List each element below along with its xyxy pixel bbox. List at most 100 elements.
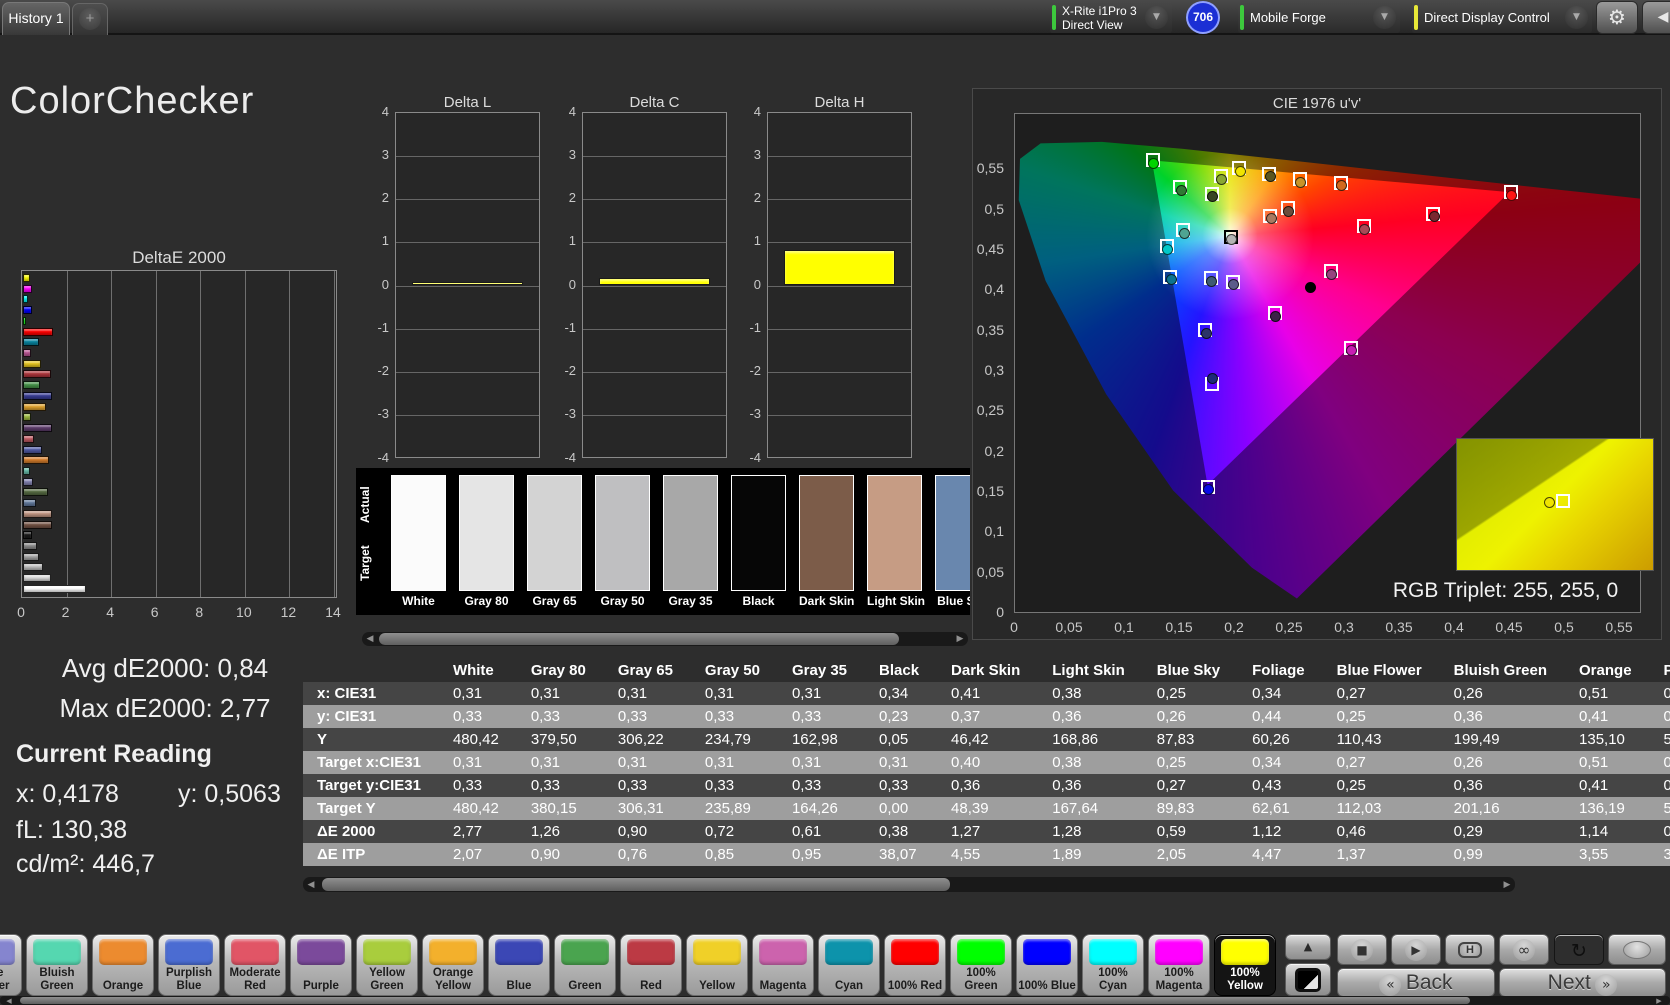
deltae-bar-red xyxy=(23,370,51,379)
pattern-button-red[interactable]: Red xyxy=(620,934,682,996)
measurement-table: White Gray 80 Gray 65 Gray 50 Gray 35 Black Da… xyxy=(303,658,1670,866)
swatch-dark-skin: Dark Skin xyxy=(799,475,854,608)
chevron-left-icon: ◀ xyxy=(1657,9,1669,25)
table-col-purplish-blue: Purplish Blue xyxy=(1663,661,1670,679)
table-row-y-cie31: y: CIE31 0,33 0,33 0,33 0,33 0,33 0,23 0,37 0,36… xyxy=(303,705,1670,728)
table-cell: 0,61 xyxy=(791,823,822,840)
deltae-bar-100-cyan xyxy=(23,295,28,304)
deltae-bar-gray-65 xyxy=(23,563,44,572)
pattern-shape-button[interactable] xyxy=(1608,934,1666,965)
pattern-button-cyan[interactable]: Cyan xyxy=(818,934,880,996)
scrollbar-thumb[interactable] xyxy=(20,997,1470,1004)
table-col-blue-flower: Blue Flower xyxy=(1336,661,1422,679)
table-cell: 0,25 xyxy=(1336,708,1366,725)
table-cell: 0,19 xyxy=(1663,708,1670,725)
meter-selector[interactable]: X-Rite i1Pro 3 Direct View ▼ xyxy=(1050,2,1172,33)
table-cell: 87,83 xyxy=(1156,731,1195,748)
deltae-bar-yellow xyxy=(23,359,42,368)
axis-tick-label: 2 xyxy=(568,190,576,205)
table-row-target-y-cie31: Target y:CIE31 0,33 0,33 0,33 0,33 0,33 0,33 0,… xyxy=(303,774,1670,797)
pattern-button-bluish-green[interactable]: Bluish Green xyxy=(26,934,88,996)
axis-tick-label: 0,1 xyxy=(984,523,1004,540)
pattern-button-yellow-green[interactable]: Yellow Green xyxy=(356,934,418,996)
deltae-bar-blue-sky xyxy=(23,499,37,508)
pattern-list-up-button[interactable]: ▲ xyxy=(1285,934,1331,960)
table-cell: 0,41 xyxy=(1579,777,1609,794)
scroll-right-icon[interactable]: ▶ xyxy=(1650,996,1668,1005)
axis-tick-label: 0,3 xyxy=(984,362,1004,379)
cie-y-axis: 0 0,05 0,1 0,15 0,2 0,25 0,3 0,35 0,4 0,45 0,5 0,55 xyxy=(973,113,1009,620)
pattern-swatch xyxy=(1023,939,1071,965)
table-cell: 110,43 xyxy=(1336,731,1382,748)
pattern-button-label: Blue xyxy=(506,980,532,992)
pattern-button-100-blue[interactable]: 100% Blue xyxy=(1016,934,1078,996)
delta-bar-100-yellow xyxy=(599,278,710,286)
table-cell: 0,33 xyxy=(530,708,561,725)
add-tab-button[interactable]: + xyxy=(72,3,108,35)
play-button[interactable]: ▶ xyxy=(1391,934,1441,965)
deltae-bar-purple xyxy=(23,424,52,433)
display-status-stripe xyxy=(1414,5,1418,30)
table-cell: 0,31 xyxy=(791,685,822,702)
table-cell: 0,33 xyxy=(617,777,648,794)
scrollbar-thumb[interactable] xyxy=(379,633,899,645)
chevron-down-icon[interactable]: ▼ xyxy=(1145,6,1168,29)
pattern-button-purplish-blue[interactable]: Purplish Blue xyxy=(158,934,220,996)
chevron-down-icon[interactable]: ▼ xyxy=(1565,6,1588,29)
delta-c-chart: Delta C 4 3 2 1 0 -1 -2 -3 -4 xyxy=(548,94,729,465)
pattern-bar-scrollbar[interactable]: ◀ ▶ xyxy=(0,996,1670,1005)
pattern-button-moderate-red[interactable]: Moderate Red xyxy=(224,934,286,996)
scrollbar-thumb[interactable] xyxy=(322,878,950,891)
table-cell: 0,44 xyxy=(1252,708,1282,725)
swatch-strip-scrollbar[interactable]: ◀ ▶ xyxy=(362,632,968,646)
pattern-window-button[interactable] xyxy=(1285,963,1331,996)
pattern-size-button[interactable]: H xyxy=(1445,934,1495,965)
current-cdm2-readout: cd/m²: 446,7 xyxy=(16,850,155,878)
pattern-button-100-cyan[interactable]: 100% Cyan xyxy=(1082,934,1144,996)
actual-target-swatch-strip: Actual Target White Gray 80 Gray 65 Gray 50… xyxy=(356,468,970,615)
swatch-color-patch xyxy=(663,475,718,591)
scroll-right-icon[interactable]: ▶ xyxy=(952,632,968,646)
pattern-button-100-yellow[interactable]: 100% Yellow xyxy=(1214,934,1276,996)
pattern-button-100-green[interactable]: 100% Green xyxy=(950,934,1012,996)
pattern-source-selector[interactable]: Mobile Forge ▼ xyxy=(1238,2,1400,33)
table-cell: 0,46 xyxy=(1336,823,1366,840)
settings-button[interactable]: ⚙ xyxy=(1596,1,1638,34)
scroll-left-icon[interactable]: ◀ xyxy=(0,996,18,1005)
pattern-button-100-magenta[interactable]: 100% Magenta xyxy=(1148,934,1210,996)
swatch-color-patch xyxy=(731,475,786,591)
display-control-selector[interactable]: Direct Display Control ▼ xyxy=(1412,2,1592,33)
pattern-button-magenta[interactable]: Magenta xyxy=(752,934,814,996)
pattern-button-purple[interactable]: Purple xyxy=(290,934,352,996)
refresh-button[interactable]: ↻ xyxy=(1554,934,1604,965)
chevron-down-icon[interactable]: ▼ xyxy=(1373,6,1396,29)
pattern-button-yellow[interactable]: Yellow xyxy=(686,934,748,996)
pattern-button-green[interactable]: Green xyxy=(554,934,616,996)
pattern-button-blue[interactable]: Blue xyxy=(488,934,550,996)
collapse-panel-button[interactable]: ◀ xyxy=(1642,1,1670,34)
table-scrollbar[interactable]: ◀ ▶ xyxy=(303,877,1515,892)
measured-point-yellow xyxy=(1264,171,1276,183)
pattern-button-100-red[interactable]: 100% Red xyxy=(884,934,946,996)
table-col-gray-65: Gray 65 xyxy=(617,661,673,679)
scroll-left-icon[interactable]: ◀ xyxy=(362,632,378,646)
scroll-left-icon[interactable]: ◀ xyxy=(303,877,319,892)
stop-button[interactable]: ■ xyxy=(1337,934,1387,965)
pattern-button-orange[interactable]: Orange xyxy=(92,934,154,996)
table-row--e-itp: ΔE ITP 2,07 0,90 0,76 0,85 0,95 38,07 4,55 1,89 2… xyxy=(303,843,1670,866)
continuous-loop-button[interactable]: ∞ xyxy=(1499,934,1549,965)
tab-history-1[interactable]: History 1 xyxy=(2,2,70,35)
table-cell: 89,83 xyxy=(1156,800,1195,817)
pattern-button-orange-yellow[interactable]: Orange Yellow xyxy=(422,934,484,996)
next-button[interactable]: Next » xyxy=(1499,968,1666,997)
oval-icon xyxy=(1623,941,1651,959)
table-cell: 0,31 xyxy=(452,685,483,702)
source-status-stripe xyxy=(1240,5,1244,30)
scroll-right-icon[interactable]: ▶ xyxy=(1499,877,1515,892)
pattern-button-blue-flower[interactable]: Blue Flower xyxy=(0,934,22,996)
table-cell: 1,37 xyxy=(1336,846,1366,863)
swatch-label: Gray 65 xyxy=(532,594,577,608)
table-cell: 0,05 xyxy=(879,731,909,748)
back-button[interactable]: « Back xyxy=(1337,968,1495,997)
table-cell: 135,10 xyxy=(1579,731,1625,748)
